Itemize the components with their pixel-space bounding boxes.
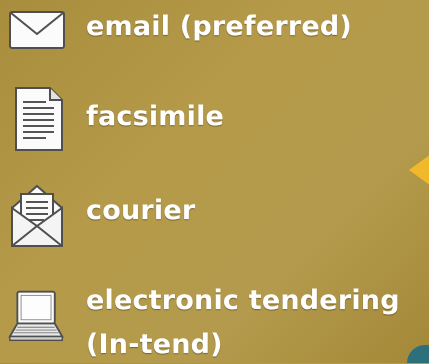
method-facsimile-label: facsimile — [86, 101, 225, 132]
document-icon — [8, 86, 66, 152]
open-envelope-icon — [8, 180, 66, 250]
method-email-label: email (preferred) — [86, 11, 352, 42]
pointer-arrow — [409, 154, 429, 186]
submission-methods-panel: email (preferred) facsimile courier elec… — [0, 0, 429, 363]
method-electronic-tendering-label: electronic tendering — [86, 285, 400, 316]
laptop-icon — [8, 286, 66, 346]
envelope-icon — [8, 10, 66, 50]
method-electronic-tendering-sublabel: (In-tend) — [86, 329, 223, 360]
corner-decoration — [407, 345, 429, 363]
method-courier-label: courier — [86, 195, 196, 226]
